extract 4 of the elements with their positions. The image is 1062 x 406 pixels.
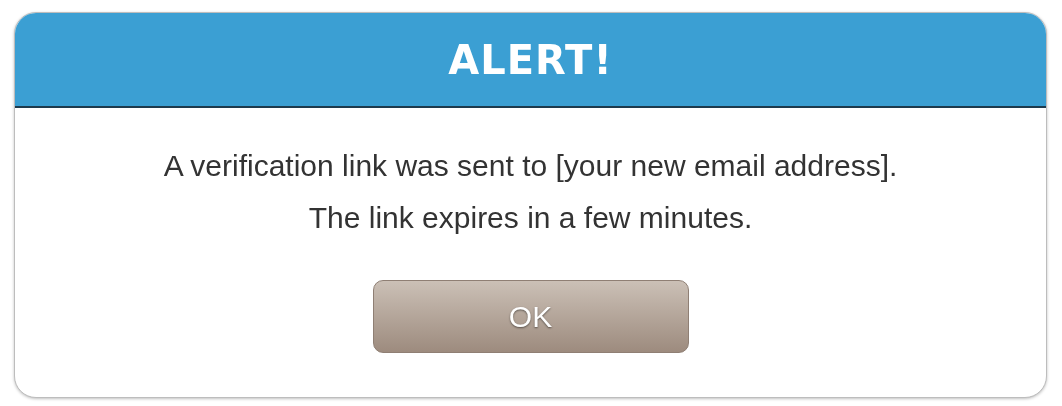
dialog-title: ALERT!: [448, 36, 613, 83]
message-text: A verification link was sent to [your new email address].: [163, 148, 898, 184]
message-text: The link expires in a few minutes.: [307, 200, 754, 236]
ok-button[interactable]: OK: [372, 280, 689, 353]
